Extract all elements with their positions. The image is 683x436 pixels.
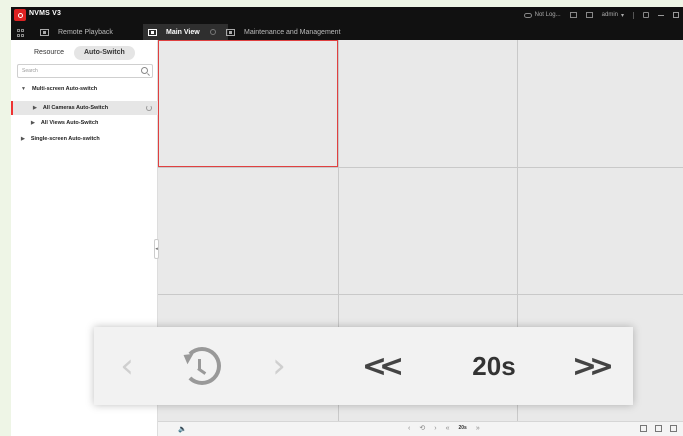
segment-resource[interactable]: Resource bbox=[24, 46, 74, 60]
tree-item-all-views[interactable]: ▶ All Views Auto-Switch bbox=[31, 120, 178, 126]
separator bbox=[633, 11, 634, 19]
maximize-icon[interactable] bbox=[673, 12, 679, 18]
interval-label[interactable]: 20s bbox=[459, 327, 529, 405]
minimize-icon[interactable] bbox=[658, 14, 664, 16]
screen-icon[interactable] bbox=[585, 12, 593, 18]
tab-label: Remote Playback bbox=[58, 28, 113, 36]
top-right-controls: Not Log... admin ▾ bbox=[523, 9, 683, 21]
expand-down-icon[interactable]: ▼ bbox=[21, 86, 26, 92]
grid-divider bbox=[158, 167, 683, 168]
maintenance-icon bbox=[226, 28, 235, 36]
tree-item-all-cameras[interactable]: ▶ All Cameras Auto-Switch bbox=[11, 101, 158, 115]
user-name: admin bbox=[601, 12, 618, 18]
segment-auto-switch[interactable]: Auto-Switch bbox=[73, 46, 135, 60]
refresh-icon[interactable] bbox=[146, 105, 152, 111]
search-placeholder: Search bbox=[22, 68, 38, 74]
tab-close-icon[interactable] bbox=[209, 29, 216, 35]
tree-item-single-screen[interactable]: ▶ Single-screen Auto-switch bbox=[21, 136, 168, 142]
grid-icon[interactable] bbox=[17, 29, 25, 37]
rewind-icon[interactable]: << bbox=[354, 327, 404, 405]
expand-right-icon[interactable]: ▶ bbox=[33, 105, 37, 111]
cloud-status[interactable]: Not Log... bbox=[523, 12, 561, 18]
selected-video-window[interactable] bbox=[158, 40, 338, 167]
top-bar: NVMS V3 Remote Playback Main View Mainte… bbox=[11, 7, 683, 40]
collapse-panel-handle[interactable]: ◂ bbox=[154, 239, 159, 259]
volume-icon[interactable]: 🔈 bbox=[178, 425, 187, 433]
search-icon[interactable] bbox=[141, 67, 148, 74]
tab-remote-playback[interactable]: Remote Playback bbox=[40, 24, 113, 40]
user-menu[interactable]: admin ▾ bbox=[602, 12, 624, 19]
fullscreen-icon[interactable] bbox=[670, 425, 677, 432]
forward-icon[interactable]: » bbox=[476, 425, 480, 432]
tree-item-label: Multi-screen Auto-switch bbox=[31, 86, 98, 92]
cloud-status-label: Not Log... bbox=[534, 12, 561, 18]
window-layout-controls bbox=[640, 425, 677, 432]
expand-right-icon[interactable]: ▶ bbox=[21, 136, 25, 142]
interval-label[interactable]: 20s bbox=[458, 425, 466, 431]
tab-main-view[interactable]: Main View bbox=[143, 24, 228, 40]
playback-icon bbox=[40, 28, 49, 36]
next-icon[interactable]: › bbox=[434, 425, 436, 432]
loop-icon[interactable] bbox=[172, 327, 232, 405]
tree-item-multi-screen[interactable]: ▼ Multi-screen Auto-switch bbox=[21, 86, 168, 92]
previous-icon[interactable]: ‹ bbox=[408, 425, 410, 432]
app-title: NVMS V3 bbox=[29, 10, 62, 17]
forward-icon[interactable]: >> bbox=[564, 327, 614, 405]
previous-icon[interactable]: ‹ bbox=[107, 327, 147, 405]
loop-icon[interactable]: ⟲ bbox=[419, 424, 425, 432]
tree-item-label: All Views Auto-Switch bbox=[40, 120, 99, 126]
mainview-icon bbox=[148, 28, 157, 36]
tab-label: Main View bbox=[166, 28, 200, 36]
auto-switch-controls: ‹ ⟲ › « 20s » bbox=[408, 424, 480, 433]
chevron-down-icon: ▾ bbox=[620, 12, 624, 19]
bottom-toolbar: 🔈 ‹ ⟲ › « 20s » bbox=[158, 421, 683, 436]
tree-item-label: All Cameras Auto-Switch bbox=[42, 105, 109, 111]
rewind-icon[interactable]: « bbox=[446, 425, 450, 432]
tree-item-label: Single-screen Auto-switch bbox=[30, 136, 100, 142]
lock-icon[interactable] bbox=[643, 12, 649, 18]
app-window: NVMS V3 Remote Playback Main View Mainte… bbox=[11, 7, 683, 436]
next-icon[interactable]: › bbox=[259, 327, 299, 405]
tab-label: Maintenance and Management bbox=[244, 28, 341, 36]
search-input[interactable]: Search bbox=[17, 64, 153, 78]
grid-divider bbox=[158, 294, 683, 295]
layout-icon[interactable] bbox=[640, 425, 647, 432]
segment-control: Resource Auto-Switch bbox=[24, 46, 135, 60]
cloud-icon bbox=[523, 12, 532, 18]
tab-maintenance[interactable]: Maintenance and Management bbox=[226, 24, 341, 40]
zoomed-controls-overlay: ‹ › << 20s >> bbox=[94, 327, 633, 405]
app-logo-icon bbox=[14, 9, 26, 21]
screen-icon[interactable] bbox=[655, 425, 662, 432]
expand-right-icon[interactable]: ▶ bbox=[31, 120, 35, 126]
list-icon[interactable] bbox=[569, 12, 577, 18]
